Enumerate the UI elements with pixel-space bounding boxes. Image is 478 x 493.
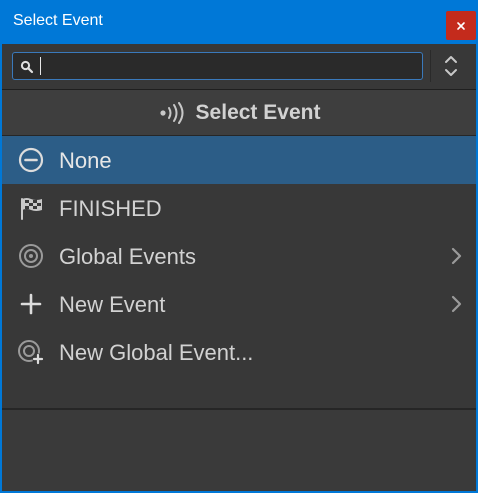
list-item-label: FINISHED (59, 196, 162, 221)
chevron-up-down-icon (445, 56, 457, 76)
close-button[interactable] (446, 11, 476, 40)
list-item-new-event[interactable]: New Event (2, 280, 476, 328)
chevron-right-icon (451, 247, 462, 265)
list-item-global-events[interactable]: Global Events (2, 232, 476, 280)
search-icon (20, 60, 34, 74)
menu-header-title: Select Event (195, 100, 321, 124)
chevron-right-icon (451, 295, 462, 313)
window-content: Select Event None FINISHED Global Events… (2, 44, 476, 491)
search-field[interactable] (12, 52, 423, 80)
target-plus-icon (17, 339, 45, 365)
target-icon (17, 243, 45, 269)
sort-toggle-button[interactable] (430, 50, 471, 82)
search-bar (2, 44, 476, 90)
select-event-window: Select Event Select Event None FINISHED … (0, 0, 478, 493)
list-item-label: Global Events (59, 244, 196, 269)
list-item-label: None (59, 148, 112, 173)
menu-header: Select Event (2, 90, 476, 136)
description-panel (2, 410, 476, 491)
broadcast-icon (159, 101, 184, 124)
checkered-flag-icon (17, 195, 45, 221)
close-icon (457, 21, 465, 30)
minus-circle-icon (17, 147, 45, 173)
window-title: Select Event (13, 12, 103, 29)
search-input[interactable] (39, 55, 415, 77)
text-caret (40, 57, 41, 75)
event-list: None FINISHED Global Events New Event Ne… (2, 136, 476, 376)
list-item-label: New Global Event... (59, 340, 254, 365)
list-item-new-global-event[interactable]: New Global Event... (2, 328, 476, 376)
title-bar[interactable]: Select Event (0, 0, 478, 44)
plus-icon (17, 291, 45, 317)
list-item-finished[interactable]: FINISHED (2, 184, 476, 232)
list-item-label: New Event (59, 292, 166, 317)
list-item-none[interactable]: None (2, 136, 476, 184)
